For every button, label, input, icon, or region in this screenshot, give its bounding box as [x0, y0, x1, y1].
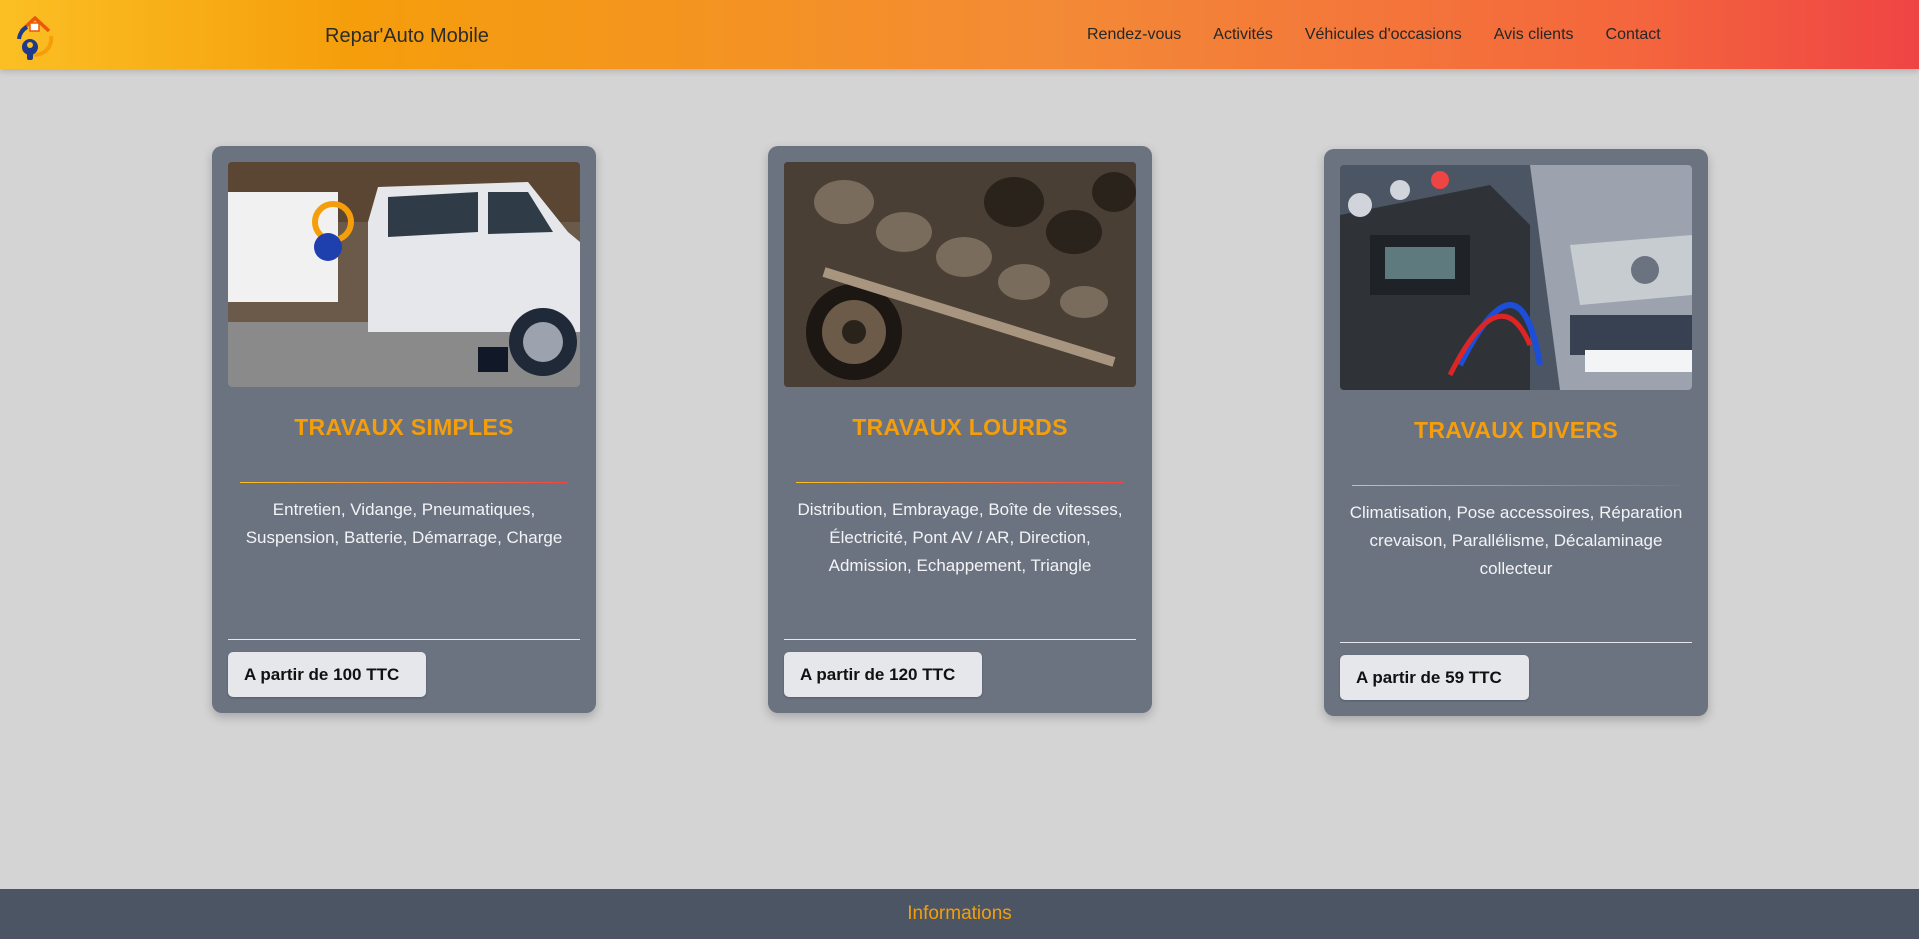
card-description: Climatisation, Pose accessoires, Réparat…	[1349, 503, 1683, 578]
nav-link-rendez-vous[interactable]: Rendez-vous	[1087, 25, 1181, 45]
nav-link-vehicules-occasions[interactable]: Véhicules d'occasions	[1305, 25, 1462, 45]
price-button[interactable]: A partir de 100 TTC	[228, 652, 427, 697]
service-card-lourds: TRAVAUX LOURDS Distribution, Embrayage, …	[768, 146, 1152, 713]
nav-link-contact[interactable]: Contact	[1606, 25, 1661, 45]
service-card-simples: TRAVAUX SIMPLES Entretien, Vidange, Pneu…	[212, 146, 596, 713]
card-description: Entretien, Vidange, Pneumatiques, Suspen…	[245, 500, 563, 547]
price-button[interactable]: A partir de 59 TTC	[1340, 655, 1529, 700]
price-divider	[784, 639, 1136, 640]
service-card-divers: TRAVAUX DIVERS Climatisation, Pose acces…	[1324, 149, 1708, 716]
price-divider	[228, 639, 580, 640]
nav-link-avis-clients[interactable]: Avis clients	[1494, 25, 1574, 45]
title-divider	[796, 482, 1124, 483]
main-nav: Rendez-vous Activités Véhicules d'occasi…	[1087, 25, 1661, 45]
title-divider	[1352, 485, 1680, 486]
site-footer: Informations	[0, 889, 1919, 939]
service-image-ac-station	[1340, 165, 1692, 390]
brand-name[interactable]: Repar'Auto Mobile	[325, 23, 489, 49]
card-title: TRAVAUX DIVERS	[1414, 417, 1618, 443]
title-divider	[240, 482, 568, 483]
price-button[interactable]: A partir de 120 TTC	[784, 652, 983, 697]
footer-title: Informations	[907, 903, 1012, 924]
card-title: TRAVAUX SIMPLES	[294, 414, 514, 440]
price-divider	[1340, 642, 1692, 643]
service-image-van	[228, 162, 580, 387]
service-image-engine	[784, 162, 1136, 387]
card-title: TRAVAUX LOURDS	[852, 414, 1068, 440]
card-description: Distribution, Embrayage, Boîte de vitess…	[797, 500, 1123, 575]
nav-link-activites[interactable]: Activités	[1213, 25, 1273, 45]
site-header: Repar'Auto Mobile Rendez-vous Activités …	[0, 0, 1919, 69]
repair-home-logo-icon[interactable]	[13, 9, 57, 61]
